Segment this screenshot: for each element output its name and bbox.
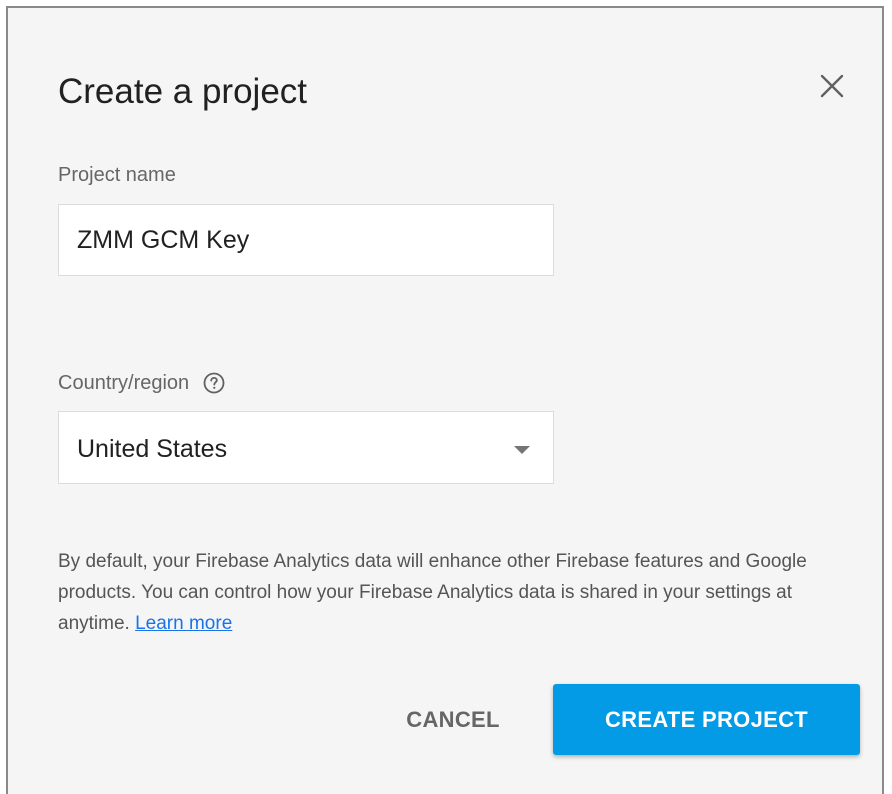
create-project-dialog: Create a project Project name Country/re… — [6, 6, 884, 794]
project-name-input[interactable] — [58, 204, 554, 276]
create-project-button[interactable]: CREATE PROJECT — [553, 684, 860, 755]
country-selected-value: United States — [77, 435, 228, 463]
country-region-label: Country/region — [58, 372, 190, 394]
close-icon — [810, 64, 854, 108]
project-name-label: Project name — [58, 164, 176, 186]
cancel-button[interactable]: CANCEL — [388, 684, 518, 756]
dropdown-arrow-icon — [514, 446, 530, 454]
close-button[interactable] — [810, 64, 854, 108]
learn-more-link[interactable]: Learn more — [135, 613, 232, 634]
analytics-disclaimer: By default, your Firebase Analytics data… — [58, 546, 868, 639]
country-region-select[interactable]: United States — [58, 411, 554, 484]
dialog-title: Create a project — [58, 72, 308, 111]
country-region-label-row: Country/region — [58, 371, 226, 395]
help-circle-icon[interactable] — [202, 371, 226, 395]
